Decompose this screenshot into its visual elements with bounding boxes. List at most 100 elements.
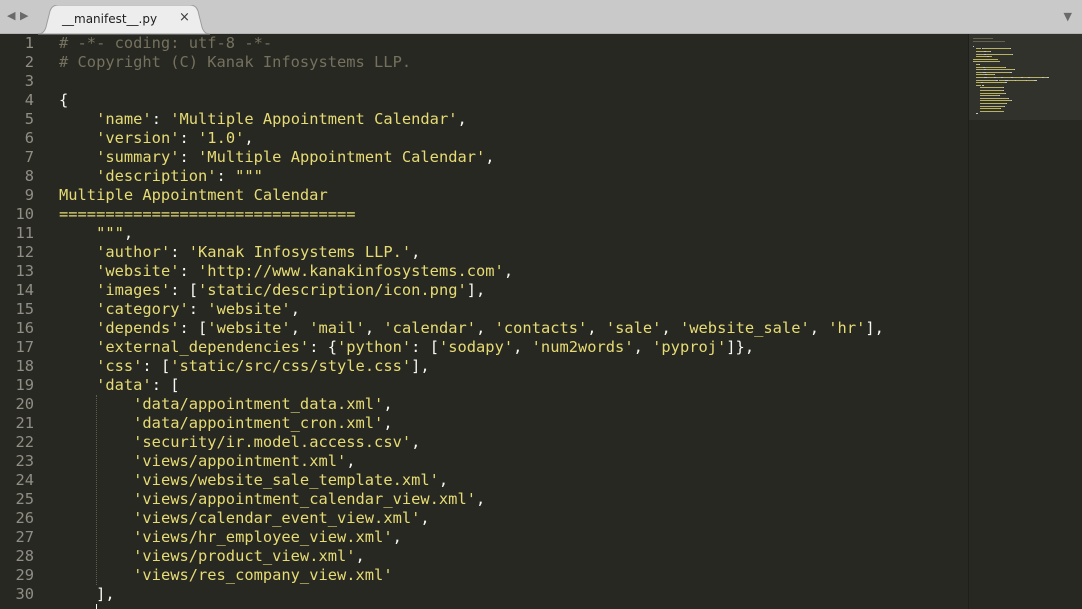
minimap-stroke — [994, 74, 996, 76]
minimap-stroke — [976, 77, 985, 78]
code-line[interactable]: 4{ — [0, 91, 968, 110]
code-line[interactable]: 21 'data/appointment_cron.xml', — [0, 414, 968, 433]
code-string: 'depends' — [96, 319, 180, 337]
code-text: 'data': [ — [59, 376, 179, 395]
tab-manifest[interactable]: __manifest__.py × — [38, 5, 210, 35]
code-line[interactable]: 27 'views/hr_employee_view.xml', — [0, 528, 968, 547]
code-line[interactable]: 19 'data': [ — [0, 376, 968, 395]
minimap-stroke — [1007, 79, 1015, 81]
code-line[interactable]: 14 'images': ['static/description/icon.p… — [0, 281, 968, 300]
minimap-stroke — [979, 90, 1003, 91]
code-line[interactable]: 15 'category': 'website', — [0, 300, 968, 319]
code-line[interactable]: 13 'website': 'http://www.kanakinfosyste… — [0, 262, 968, 281]
minimap-stroke — [976, 66, 984, 68]
code-line[interactable]: 25 'views/appointment_calendar_view.xml'… — [0, 490, 968, 509]
close-icon[interactable]: × — [179, 10, 190, 26]
minimap-stroke — [1002, 77, 1012, 78]
line-number: 9 — [24, 186, 34, 204]
code-line[interactable]: 28 'views/product_view.xml', — [0, 547, 968, 566]
line-number: 11 — [15, 224, 34, 242]
code-token: ], — [865, 319, 884, 337]
code-string: 'views/calendar_event_view.xml' — [133, 509, 421, 527]
code-line[interactable]: 16 'depends': ['website', 'mail', 'calen… — [0, 319, 968, 338]
code-line[interactable]: 9 Multiple Appointment Calendar — [0, 186, 968, 205]
code-line[interactable]: 3 — [0, 72, 968, 91]
minimap-stroke — [979, 108, 1001, 110]
code-text: 'images': ['static/description/icon.png'… — [59, 281, 485, 300]
code-token: : — [151, 110, 171, 128]
minimap-stroke — [1002, 87, 1004, 89]
code-editor[interactable]: 1 # -*- coding: utf-8 -*- 2 # Copyright (C)… — [0, 34, 968, 609]
code-line[interactable]: 2 # Copyright (C) Kanak Infosystems LLP. — [0, 53, 968, 72]
code-line[interactable]: 10 ================================ — [0, 205, 968, 224]
code-string: 'css' — [96, 357, 143, 375]
line-number: 23 — [15, 452, 34, 470]
minimap-stroke — [976, 56, 988, 58]
code-line[interactable]: 6 'version': '1.0', — [0, 129, 968, 148]
chevron-down-icon[interactable]: ▼ — [1064, 10, 1072, 23]
code-string: """ — [235, 167, 263, 185]
code-line[interactable]: 1 # -*- coding: utf-8 -*- — [0, 34, 968, 53]
code-string: 'contacts' — [494, 319, 588, 337]
line-number: 16 — [15, 319, 34, 337]
minimap-stroke — [985, 69, 1014, 71]
code-line[interactable]: 20 'data/appointment_data.xml', — [0, 395, 968, 414]
code-line[interactable]: 17 'external_dependencies': {'python': [… — [0, 338, 968, 357]
minimap-stroke — [1012, 77, 1022, 78]
code-line[interactable]: 24 'views/website_sale_template.xml', — [0, 471, 968, 490]
minimap-stroke — [998, 79, 1006, 81]
minimap-stroke — [978, 64, 980, 65]
code-line[interactable]: 18 'css': ['static/src/css/style.css'], — [0, 357, 968, 376]
code-line[interactable]: 11 """, — [0, 224, 968, 243]
minimap-stroke — [985, 71, 1011, 73]
minimap-stroke — [979, 103, 1007, 104]
code-string: 'views/res_company_view.xml' — [133, 566, 393, 584]
code-token: ], — [466, 281, 486, 299]
line-number: 6 — [24, 129, 34, 147]
minimap-stroke — [973, 61, 1001, 63]
code-line[interactable]: 5 'name': 'Multiple Appointment Calendar… — [0, 110, 968, 129]
line-number: 25 — [15, 490, 34, 508]
code-text: 'views/appointment.xml', — [59, 452, 355, 471]
minimap-stroke — [973, 40, 1006, 42]
minimap-stroke — [976, 51, 985, 52]
code-line[interactable]: 22 'security/ir.model.access.csv', — [0, 433, 968, 452]
tab-back-arrow-icon[interactable]: ◀ — [7, 10, 15, 22]
code-line[interactable]: 7 'summary': 'Multiple Appointment Calen… — [0, 148, 968, 167]
code-text: 'security/ir.model.access.csv', — [59, 433, 420, 452]
code-string: 'external_dependencies' — [96, 338, 310, 356]
minimap-stroke — [986, 74, 995, 76]
minimap-stroke — [983, 82, 1006, 84]
tab-forward-arrow-icon[interactable]: ▶ — [20, 10, 28, 22]
minimap-stroke — [1005, 66, 1007, 68]
code-token: , — [290, 319, 310, 337]
code-line[interactable]: 23 'views/appointment.xml', — [0, 452, 968, 471]
code-string: 'views/appointment.xml' — [133, 452, 347, 470]
code-text: # Copyright (C) Kanak Infosystems LLP. — [59, 53, 411, 72]
code-token: : { — [309, 338, 338, 356]
code-string: 'website_sale' — [680, 319, 810, 337]
code-string: 'static/description/icon.png' — [198, 281, 467, 299]
minimap[interactable] — [968, 34, 1082, 609]
line-number: 19 — [15, 376, 34, 394]
code-token: , — [383, 414, 393, 432]
minimap-stroke — [973, 45, 974, 47]
code-line[interactable]: 29 'views/res_company_view.xml' — [0, 566, 968, 585]
code-string: 'data/appointment_cron.xml' — [133, 414, 384, 432]
line-number: 8 — [24, 167, 34, 185]
code-string: 'website' — [207, 300, 291, 318]
minimap-stroke — [1000, 108, 1002, 110]
code-line[interactable]: 12 'author': 'Kanak Infosystems LLP.', — [0, 243, 968, 262]
code-text: 'views/res_company_view.xml' — [59, 566, 393, 585]
line-number: 28 — [15, 547, 34, 565]
code-line[interactable]: 26 'views/calendar_event_view.xml', — [0, 509, 968, 528]
code-line[interactable]: 8 'description': """ — [0, 167, 968, 186]
code-token: , — [290, 300, 300, 318]
code-line[interactable]: 30 ], — [0, 585, 968, 604]
